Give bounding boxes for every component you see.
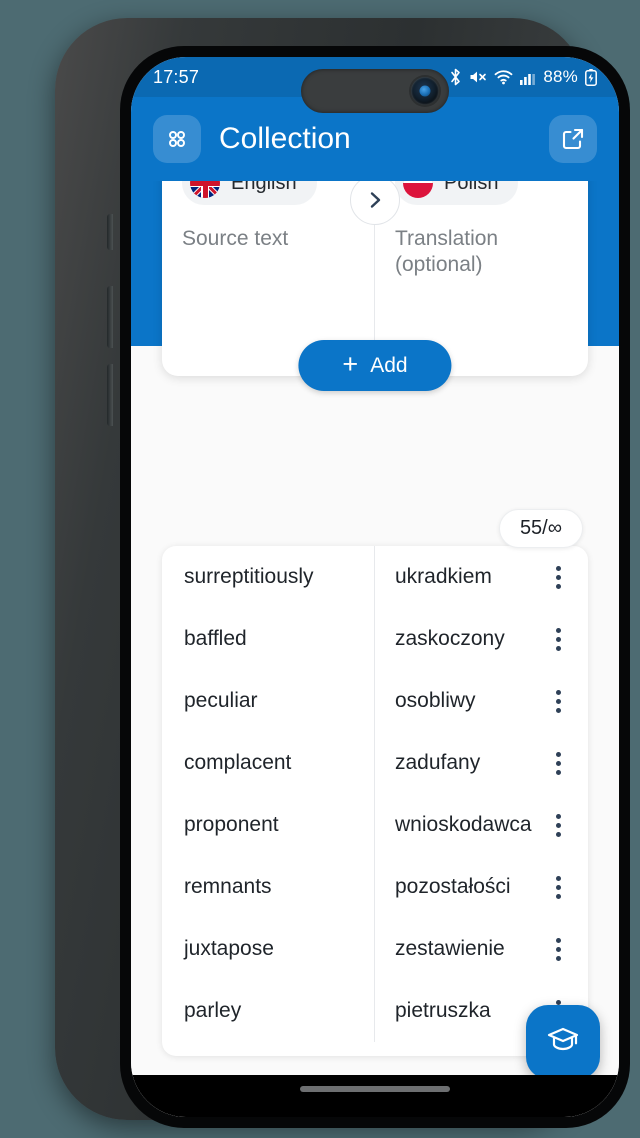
row-overflow-menu-icon[interactable]: [541, 622, 575, 656]
home-bar-area: [131, 1075, 619, 1117]
source-text-input[interactable]: Source text: [182, 226, 354, 252]
cellular-signal-icon: [520, 70, 536, 85]
entry-target-text: zaskoczony: [395, 626, 505, 650]
graduation-cap-icon: [546, 1023, 580, 1062]
phone-screen: 17:57 88% Collection English Source text…: [131, 57, 619, 1117]
entry-target-text: zadufany: [395, 750, 481, 774]
table-row[interactable]: baffled zaskoczony: [162, 608, 588, 670]
entry-source-text: complacent: [162, 732, 375, 794]
dynamic-island: [301, 69, 449, 113]
table-row[interactable]: parley pietruszka: [162, 980, 588, 1042]
battery-charging-icon: [585, 68, 597, 86]
status-bar-icons: 88%: [449, 67, 597, 87]
grid-dots-icon[interactable]: [153, 115, 201, 163]
entry-target-cell: wnioskodawca: [375, 794, 588, 856]
share-external-icon[interactable]: [549, 115, 597, 163]
front-camera-icon: [411, 77, 439, 105]
entry-target-cell: osobliwy: [375, 670, 588, 732]
entry-target-cell: zestawienie: [375, 918, 588, 980]
entry-target-text: pozostałości: [395, 874, 511, 898]
wifi-icon: [494, 69, 513, 85]
entry-target-text: osobliwy: [395, 688, 476, 712]
status-bar-time: 17:57: [153, 66, 200, 87]
entry-source-text: remnants: [162, 856, 375, 918]
phone-frame: 17:57 88% Collection English Source text…: [55, 18, 630, 1128]
battery-percent-label: 88%: [543, 67, 578, 86]
entry-target-text: wnioskodawca: [395, 812, 532, 836]
table-row[interactable]: remnants pozostałości: [162, 856, 588, 918]
entry-count-badge: 55/∞: [498, 509, 583, 548]
row-overflow-menu-icon[interactable]: [541, 808, 575, 842]
volume-up-button[interactable]: [107, 286, 113, 348]
row-overflow-menu-icon[interactable]: [541, 870, 575, 904]
plus-icon: +: [342, 349, 359, 379]
entry-source-text: surreptitiously: [162, 546, 375, 608]
entry-target-text: ukradkiem: [395, 564, 492, 588]
mute-icon: [469, 69, 487, 85]
entry-target-cell: zaskoczony: [375, 608, 588, 670]
entry-target-text: zestawienie: [395, 936, 505, 960]
target-text-input[interactable]: Translation (optional): [395, 226, 568, 279]
entry-target-text: pietruszka: [395, 998, 491, 1022]
entry-target-cell: pozostałości: [375, 856, 588, 918]
bluetooth-icon: [449, 68, 462, 86]
entry-source-text: peculiar: [162, 670, 375, 732]
entry-target-cell: zadufany: [375, 732, 588, 794]
entry-source-text: juxtapose: [162, 918, 375, 980]
chevron-right-icon[interactable]: [350, 175, 400, 225]
entries-list: surreptitiously ukradkiem baffled zaskoc…: [162, 546, 588, 1056]
entry-target-cell: ukradkiem: [375, 546, 588, 608]
table-row[interactable]: surreptitiously ukradkiem: [162, 546, 588, 608]
row-overflow-menu-icon[interactable]: [541, 560, 575, 594]
page-title: Collection: [219, 122, 351, 155]
row-overflow-menu-icon[interactable]: [541, 684, 575, 718]
row-overflow-menu-icon[interactable]: [541, 746, 575, 780]
entry-source-text: baffled: [162, 608, 375, 670]
silent-switch-button[interactable]: [107, 214, 113, 250]
study-fab-button[interactable]: [526, 1005, 600, 1079]
volume-down-button[interactable]: [107, 364, 113, 426]
table-row[interactable]: peculiar osobliwy: [162, 670, 588, 732]
entry-source-text: proponent: [162, 794, 375, 856]
row-overflow-menu-icon[interactable]: [541, 932, 575, 966]
add-button-label: Add: [370, 353, 408, 377]
table-row[interactable]: juxtapose zestawienie: [162, 918, 588, 980]
entry-source-text: parley: [162, 980, 375, 1042]
table-row[interactable]: proponent wnioskodawca: [162, 794, 588, 856]
table-row[interactable]: complacent zadufany: [162, 732, 588, 794]
home-indicator[interactable]: [300, 1086, 450, 1092]
add-button[interactable]: + Add: [298, 340, 452, 391]
